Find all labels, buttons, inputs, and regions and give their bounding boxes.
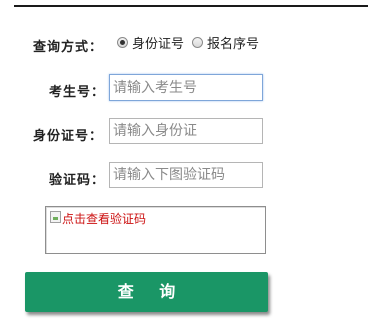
submit-button[interactable]: 查 询 xyxy=(25,272,268,312)
radio-registration-number-label[interactable]: 报名序号 xyxy=(207,33,259,52)
broken-image-icon xyxy=(50,211,61,223)
captcha-alt-text[interactable]: 点击查看验证码 xyxy=(62,210,146,227)
top-divider xyxy=(14,5,368,7)
query-method-label: 查询方式： xyxy=(33,40,104,55)
radio-id-number-label[interactable]: 身份证号 xyxy=(132,33,184,52)
exam-number-label: 考生号： xyxy=(49,85,106,100)
verify-code-label: 验证码： xyxy=(49,173,106,188)
radio-id-number[interactable] xyxy=(117,37,128,48)
query-method-radio-group: 身份证号 报名序号 xyxy=(117,33,267,52)
verify-code-input[interactable] xyxy=(109,162,263,188)
captcha-image[interactable]: 点击查看验证码 xyxy=(45,206,266,254)
radio-registration-number[interactable] xyxy=(192,37,204,48)
id-number-input[interactable] xyxy=(109,118,263,144)
exam-number-input[interactable] xyxy=(109,74,263,101)
id-number-label: 身份证号： xyxy=(33,129,104,144)
